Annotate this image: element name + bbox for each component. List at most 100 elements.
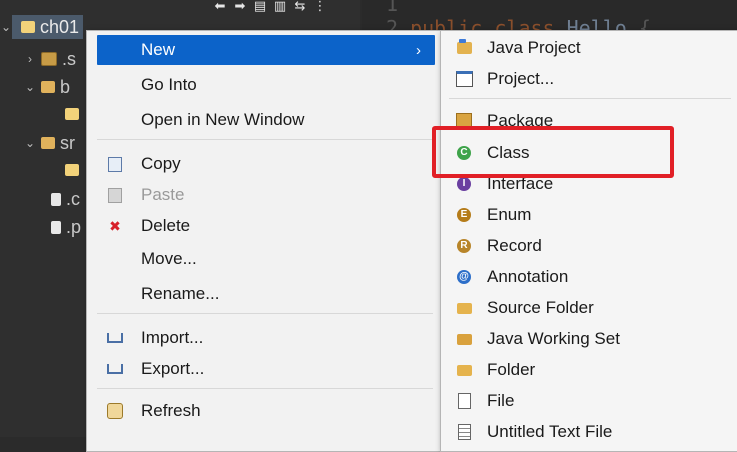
submenu-item-record[interactable]: R Record xyxy=(441,231,737,261)
chevron-down-icon[interactable]: ⌄ xyxy=(0,20,12,34)
menu-item-move[interactable]: Move... xyxy=(87,244,437,274)
menu-item-label: New xyxy=(141,40,176,59)
tree-row-label: b xyxy=(60,76,71,97)
submenu-item-project[interactable]: Project... xyxy=(441,64,737,94)
menu-item-copy[interactable]: Copy xyxy=(87,149,437,179)
record-glyph: R xyxy=(457,239,471,253)
root-label-text: ch01 xyxy=(40,16,80,37)
submenu-item-source-folder[interactable]: Source Folder xyxy=(441,293,737,323)
collapse-icon[interactable]: ▤ xyxy=(252,0,268,14)
submenu-item-label: Java Working Set xyxy=(487,329,620,348)
menu-item-label: Delete xyxy=(141,216,191,235)
filter-icon[interactable]: ▥ xyxy=(272,0,288,14)
tree-root-ch01[interactable]: ⌄ ch01 xyxy=(0,15,84,39)
tree-row[interactable]: ⌄ sr xyxy=(24,132,75,154)
submenu-item-label: Untitled Text File xyxy=(487,422,613,441)
menu-item-label: Paste xyxy=(141,185,185,204)
forward-icon[interactable]: ➡ xyxy=(232,0,248,14)
project-icon xyxy=(455,70,473,88)
menu-separator xyxy=(97,388,433,389)
menu-item-open-new-window[interactable]: Open in New Window xyxy=(87,105,437,135)
submenu-item-java-working-set[interactable]: Java Working Set xyxy=(441,324,737,354)
tree-row[interactable]: .p xyxy=(46,216,81,238)
submenu-item-enum[interactable]: E Enum xyxy=(441,200,737,230)
source-folder-icon xyxy=(41,137,55,149)
menu-item-label: Copy xyxy=(141,154,181,173)
submenu-item-label: Folder xyxy=(487,360,536,379)
tree-row[interactable]: ⌄ b xyxy=(24,76,70,98)
tree-row[interactable]: .c xyxy=(46,188,80,210)
submenu-item-file[interactable]: File xyxy=(441,386,737,416)
menu-separator xyxy=(449,98,731,99)
chevron-down-icon[interactable]: ⌄ xyxy=(24,80,36,94)
more-icon[interactable]: ⋮ xyxy=(312,0,328,14)
submenu-item-annotation[interactable]: @ Annotation xyxy=(441,262,737,292)
delete-icon: ✖ xyxy=(109,217,121,234)
file-icon xyxy=(51,192,61,206)
submenu-item-label: Source Folder xyxy=(487,298,594,317)
submenu-item-folder[interactable]: Folder xyxy=(441,355,737,385)
menu-item-new[interactable]: New › xyxy=(97,35,435,65)
java-file-icon xyxy=(65,164,79,176)
tree-row-label: .s xyxy=(62,48,77,69)
text-file-icon xyxy=(455,423,473,441)
file-icon xyxy=(51,220,61,234)
enum-icon: E xyxy=(455,206,473,224)
annotation-glyph: @ xyxy=(457,270,471,284)
folder-icon xyxy=(455,361,473,379)
submenu-item-untitled-text-file[interactable]: Untitled Text File xyxy=(441,417,737,447)
submenu-item-label: Record xyxy=(487,236,542,255)
menu-item-label: Rename... xyxy=(141,284,220,303)
context-menu: New › Go Into Open in New Window Copy Pa… xyxy=(86,30,442,452)
menu-item-refresh[interactable]: Refresh xyxy=(87,396,437,426)
submenu-item-java-project[interactable]: Java Project xyxy=(441,33,737,63)
menu-item-rename[interactable]: Rename... xyxy=(87,279,437,309)
link-icon[interactable]: ⇆ xyxy=(292,0,308,14)
back-icon[interactable]: ⬅ xyxy=(212,0,228,14)
submenu-item-label: Project... xyxy=(487,69,555,88)
submenu-item-label: Java Project xyxy=(487,38,581,57)
submenu-item-label: File xyxy=(487,391,515,410)
refresh-icon xyxy=(107,403,123,419)
java-file-icon xyxy=(65,108,79,120)
java-project-icon xyxy=(455,39,473,57)
menu-item-export[interactable]: Export... xyxy=(87,354,437,384)
menu-item-go-into[interactable]: Go Into xyxy=(87,70,437,100)
annotation-icon: @ xyxy=(455,268,473,286)
new-submenu: Java Project Project... Package C Class … xyxy=(440,30,737,452)
tree-row[interactable] xyxy=(60,103,84,125)
menu-item-import[interactable]: Import... xyxy=(87,323,437,353)
tree-row-label: sr xyxy=(60,132,75,153)
interface-glyph: I xyxy=(457,177,471,191)
tree-row-label: .c xyxy=(66,188,81,209)
tree-row-label: .p xyxy=(66,216,82,237)
tree-root-label: ch01 xyxy=(12,15,84,39)
tree-row[interactable] xyxy=(60,159,84,181)
record-icon: R xyxy=(455,237,473,255)
menu-item-label: Import... xyxy=(141,328,204,347)
menu-item-paste[interactable]: Paste xyxy=(87,180,437,210)
java-project-icon xyxy=(21,21,35,33)
copy-icon xyxy=(107,156,123,172)
file-icon xyxy=(455,392,473,410)
submenu-item-label: Annotation xyxy=(487,267,569,286)
working-set-icon xyxy=(455,330,473,348)
menu-item-label: Open in New Window xyxy=(141,110,305,129)
menu-item-label: Refresh xyxy=(141,401,201,420)
import-icon xyxy=(107,330,123,346)
explorer-toolbar: ⬅ ➡ ▤ ▥ ⇆ ⋮ xyxy=(212,0,328,14)
menu-item-delete[interactable]: ✖ Delete xyxy=(87,211,437,241)
menu-item-label: Go Into xyxy=(141,75,197,94)
package-folder-icon xyxy=(41,52,57,66)
menu-item-label: Export... xyxy=(141,359,205,378)
tree-row[interactable]: › .s xyxy=(24,48,76,70)
menu-separator xyxy=(97,313,433,314)
chevron-right-icon: › xyxy=(416,41,421,59)
chevron-right-icon[interactable]: › xyxy=(24,52,36,66)
highlight-annotation-box xyxy=(432,126,674,178)
line-number: 1 xyxy=(386,0,399,16)
menu-item-label: Move... xyxy=(141,249,197,268)
submenu-item-label: Enum xyxy=(487,205,532,224)
chevron-down-icon[interactable]: ⌄ xyxy=(24,136,36,150)
source-folder-icon xyxy=(455,299,473,317)
